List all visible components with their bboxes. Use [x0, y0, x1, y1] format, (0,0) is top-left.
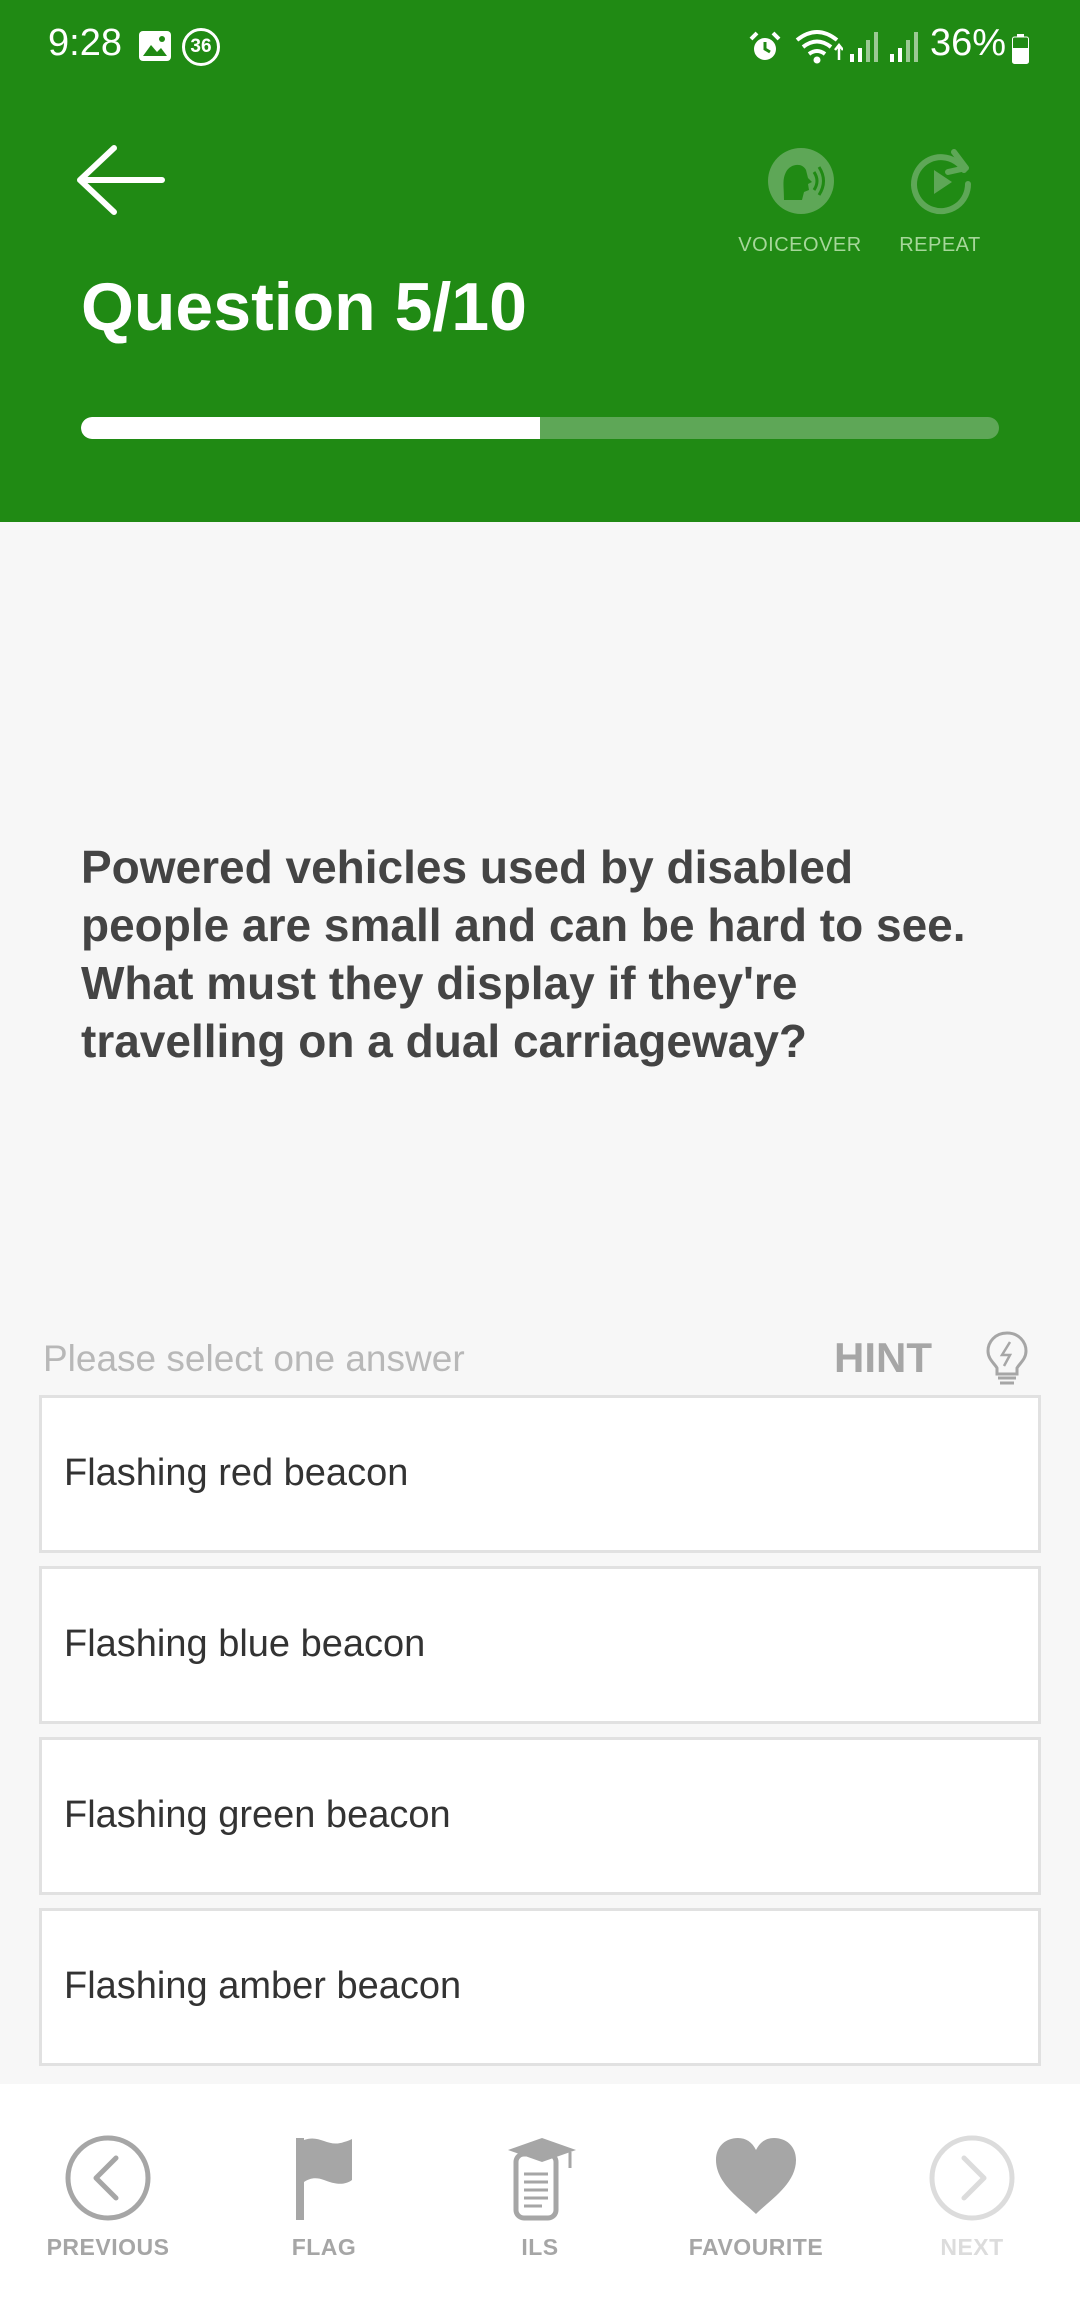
page-title: Question 5/10	[81, 269, 527, 345]
question-text: Powered vehicles used by disabled people…	[81, 841, 966, 1067]
chevron-left-circle-icon	[65, 2135, 151, 2221]
previous-button[interactable]: PREVIOUS	[8, 2134, 208, 2284]
progress-fill	[81, 417, 540, 439]
answer-option-label: Flashing amber beacon	[64, 1965, 462, 2007]
answer-option-label: Flashing red beacon	[64, 1452, 409, 1494]
replay-icon	[911, 149, 972, 215]
favourite-button[interactable]: FAVOURITE	[656, 2134, 856, 2284]
chevron-right-circle-icon	[929, 2135, 1015, 2221]
previous-label: PREVIOUS	[46, 2234, 170, 2260]
notification-count-badge: 36	[182, 28, 220, 66]
heart-icon	[716, 2138, 796, 2214]
repeat-label: REPEAT	[899, 234, 981, 256]
alarm-icon	[749, 31, 781, 60]
ils-label: ILS	[521, 2234, 559, 2260]
select-prompt: Please select one answer	[43, 1338, 465, 1379]
voiceover-label: VOICEOVER	[738, 234, 862, 256]
voiceover-icon	[768, 148, 834, 214]
hint-button[interactable]: HINT	[820, 1330, 1040, 1390]
gallery-icon	[139, 31, 171, 61]
arrow-left-icon	[77, 145, 165, 215]
battery-icon	[1012, 34, 1029, 64]
next-label: NEXT	[940, 2234, 1004, 2260]
answer-option[interactable]: Flashing blue beacon	[39, 1566, 1041, 1724]
wifi-icon	[795, 30, 843, 64]
hint-label: HINT	[834, 1334, 932, 1381]
status-bar: 9:28 36 36%	[0, 0, 1080, 96]
answer-option[interactable]: Flashing amber beacon	[39, 1908, 1041, 2066]
answer-list: Flashing red beacon Flashing blue beacon…	[39, 1395, 1041, 2079]
bottom-nav: PREVIOUS FLAG ILS FAVOURITE NEXT	[0, 2084, 1080, 2316]
study-notes-icon	[508, 2138, 576, 2221]
header: 9:28 36 36% VOICEOVER REPEAT Question 5/…	[0, 0, 1080, 522]
answer-option[interactable]: Flashing green beacon	[39, 1737, 1041, 1895]
favourite-label: FAVOURITE	[688, 2234, 824, 2260]
progress-bar	[81, 417, 999, 439]
answer-option-label: Flashing green beacon	[64, 1794, 451, 1836]
voiceover-button[interactable]: VOICEOVER	[730, 142, 870, 262]
answer-option[interactable]: Flashing red beacon	[39, 1395, 1041, 1553]
flag-icon	[296, 2138, 352, 2220]
repeat-button[interactable]: REPEAT	[880, 142, 1000, 262]
battery-percent: 36%	[930, 22, 1007, 64]
ils-button[interactable]: ILS	[440, 2134, 640, 2284]
lightbulb-icon	[986, 1331, 1028, 1385]
flag-label: FLAG	[291, 2234, 357, 2260]
next-button[interactable]: NEXT	[872, 2134, 1072, 2284]
signal-icon	[850, 32, 878, 62]
flag-button[interactable]: FLAG	[224, 2134, 424, 2284]
back-button[interactable]	[74, 140, 170, 220]
signal-icon-2	[890, 32, 918, 62]
answer-option-label: Flashing blue beacon	[64, 1623, 426, 1665]
status-time: 9:28	[48, 22, 122, 64]
